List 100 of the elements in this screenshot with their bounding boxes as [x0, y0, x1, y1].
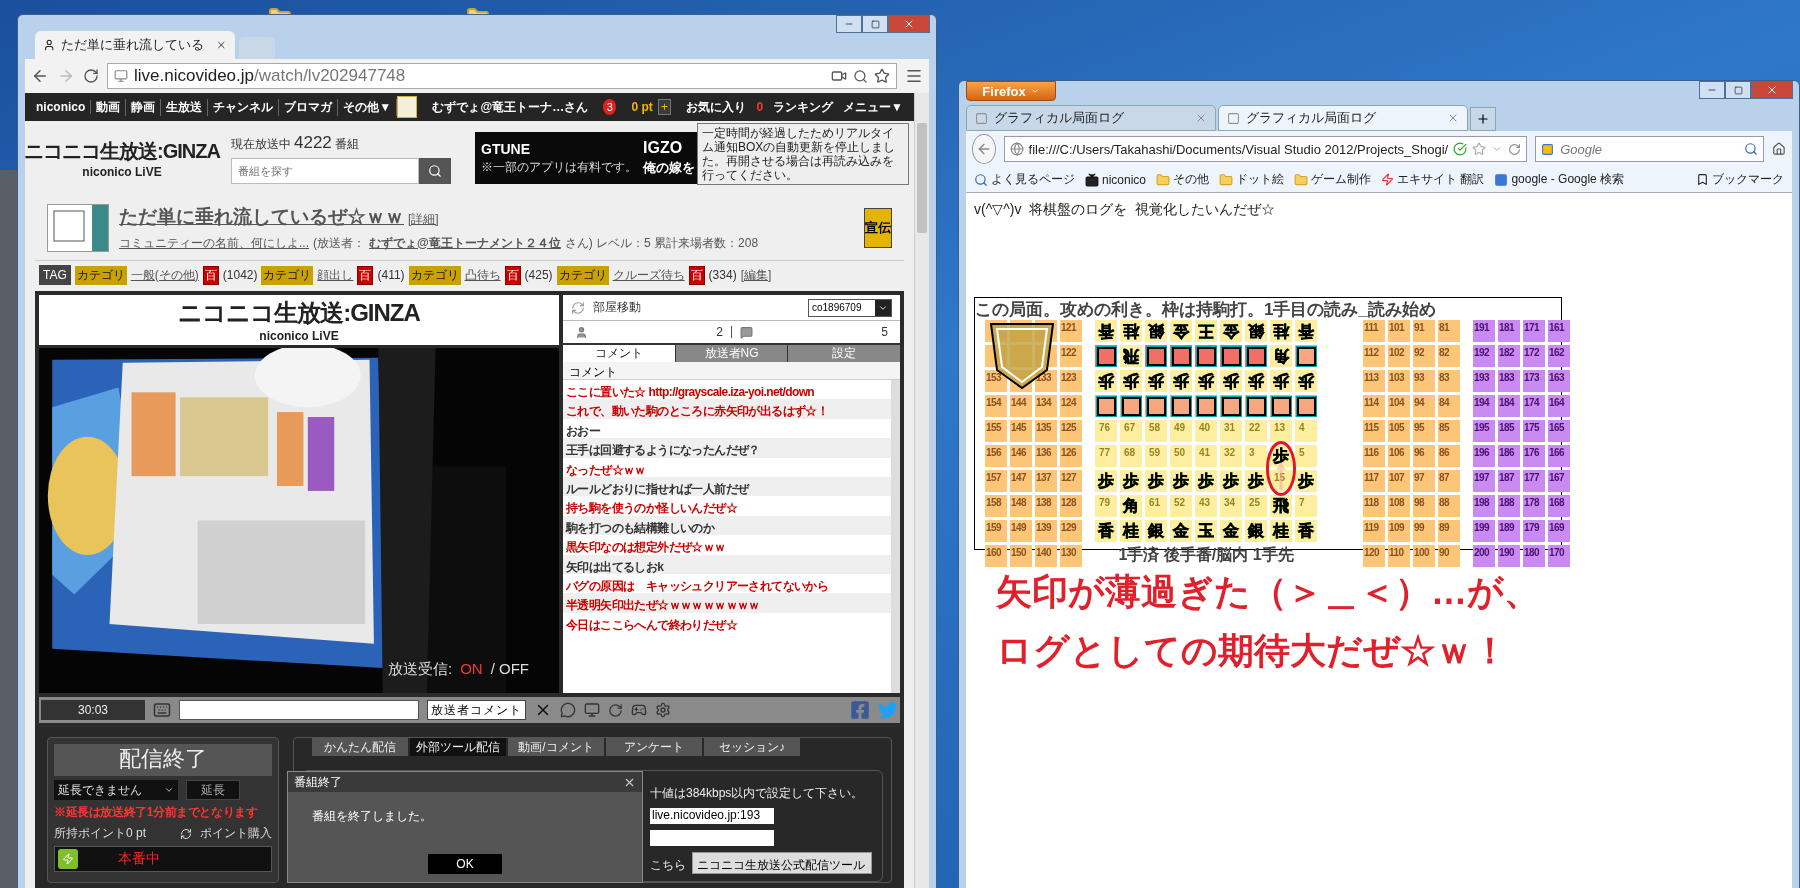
- comment-tab[interactable]: 設定: [788, 345, 900, 362]
- broadcast-tab[interactable]: 動画/コメント: [508, 738, 604, 756]
- tag-count: (334): [708, 268, 737, 282]
- shogi-piece: 桂: [1120, 520, 1142, 542]
- board-cell: 111: [1363, 320, 1385, 342]
- bookmark-link[interactable]: ドット絵: [1219, 171, 1285, 188]
- board-cell: 120: [1363, 545, 1385, 567]
- tag-link[interactable]: 顔出し: [317, 266, 354, 284]
- board-cell: 182: [1498, 345, 1520, 367]
- extend-select[interactable]: 延長できません: [54, 780, 178, 800]
- board-cell: 103: [1388, 370, 1410, 392]
- broadcast-tab[interactable]: 外部ツール配信: [410, 738, 506, 756]
- user-name[interactable]: むずでょ@竜王トーナ…さん: [427, 98, 594, 116]
- browser-tab[interactable]: ただ単に垂れ流している: [35, 31, 235, 59]
- board-cell: 158: [985, 495, 1007, 517]
- nav-link[interactable]: 静画: [126, 98, 162, 116]
- bookmark-link[interactable]: google - Google 検索: [1494, 171, 1625, 188]
- here-link[interactable]: こちら: [650, 857, 686, 874]
- bookmark-link[interactable]: よく見るページ: [974, 171, 1075, 188]
- dictionary-badge[interactable]: 百: [504, 265, 521, 285]
- dictionary-badge[interactable]: 百: [357, 265, 374, 285]
- board-cell: 76: [1095, 420, 1117, 442]
- add-points-button[interactable]: +: [657, 99, 672, 115]
- board-cell: 149: [1010, 520, 1032, 542]
- bookmark-link[interactable]: その他: [1156, 171, 1210, 188]
- dictionary-badge[interactable]: 百: [202, 265, 219, 285]
- board-cell: 129: [1060, 520, 1082, 542]
- broadcast-tab[interactable]: セッション♪: [704, 738, 800, 756]
- board-cell: 137: [1035, 470, 1057, 492]
- favorites-count: 0: [755, 100, 765, 114]
- board-cell: 187: [1498, 470, 1520, 492]
- dictionary-badge[interactable]: 百: [688, 265, 705, 285]
- reception-on[interactable]: ON: [460, 660, 483, 679]
- broadcast-tab[interactable]: アンケート: [606, 738, 702, 756]
- nav-link[interactable]: niconico: [31, 100, 92, 114]
- site-logo[interactable]: ニコニコ生放送:GINZA: [24, 137, 220, 165]
- nav-link[interactable]: チャンネル: [208, 98, 280, 116]
- shogi-piece: 歩: [1220, 470, 1242, 492]
- board-cell: 179: [1523, 520, 1545, 542]
- broadcaster-comment-button[interactable]: 放送者コメント: [427, 700, 526, 720]
- viewer-count: 2: [716, 325, 723, 339]
- favorites-link[interactable]: お気に入り: [681, 98, 752, 116]
- search-field[interactable]: 番組を探す: [231, 157, 419, 184]
- room-select[interactable]: co1896709: [808, 298, 892, 317]
- board-cell: 189: [1498, 520, 1520, 542]
- browser-tab[interactable]: グラフィカル局面ログ: [1218, 105, 1468, 131]
- shogi-piece: 金: [1170, 520, 1192, 542]
- promote-button[interactable]: 宣伝: [864, 207, 892, 248]
- board-cell: 123: [1060, 370, 1082, 392]
- bookmark-link[interactable]: ゲーム制作: [1294, 171, 1372, 188]
- tag-link[interactable]: 凸待ち: [464, 266, 501, 284]
- extend-button[interactable]: 延長: [186, 780, 240, 800]
- tool-banner[interactable]: ニコニコ生放送公式配信ツール: [692, 852, 872, 874]
- comment-tab[interactable]: コメント: [563, 345, 675, 362]
- board-cell: 148: [1010, 495, 1032, 517]
- program-title[interactable]: ただ単に垂れ流しているぜ☆ｗｗ: [119, 203, 404, 230]
- address-bar[interactable]: live.nicovideo.jp/watch/lv202947748: [107, 63, 897, 89]
- board-cell: 68: [1120, 445, 1142, 467]
- nav-link[interactable]: 生放送: [161, 98, 209, 116]
- shogi-piece: 桂: [1270, 320, 1292, 342]
- board-cell: 109: [1388, 520, 1410, 542]
- bookmarks-menu[interactable]: ブックマーク: [1696, 171, 1784, 188]
- notification-count[interactable]: 3: [603, 99, 617, 115]
- detail-link[interactable]: [詳細]: [408, 210, 439, 228]
- search-field[interactable]: Google: [1535, 136, 1765, 162]
- server-field[interactable]: live.nicovideo.jp:193: [650, 808, 774, 824]
- ranking-link[interactable]: ランキング: [768, 98, 839, 116]
- category-badge: カテゴリ: [556, 265, 609, 285]
- board-cell: 145: [1010, 420, 1032, 442]
- menu-link[interactable]: メニュー▼: [838, 98, 908, 116]
- board-title: この局面。攻めの利き。枠は持駒打。1手目の読み_読み始め: [975, 299, 1437, 320]
- bookmark-link[interactable]: エキサイト 翻訳: [1381, 171, 1485, 188]
- player-logo: ニコニコ生放送:GINZA: [178, 298, 420, 328]
- dialog-message: 番組を終了しました。: [311, 808, 433, 825]
- comment-count: 5: [881, 325, 888, 339]
- reception-off[interactable]: / OFF: [490, 660, 529, 679]
- board-cell: 61: [1145, 495, 1167, 517]
- broadcaster-link[interactable]: むずでょ@竜王トーナメント２４位: [369, 234, 561, 252]
- board-cell: 40: [1195, 420, 1217, 442]
- comment-tab[interactable]: 放送者NG: [675, 345, 788, 362]
- board-cell: 79: [1095, 495, 1117, 517]
- nav-link[interactable]: ブロマガ: [279, 98, 339, 116]
- broadcast-tab[interactable]: かんたん配信: [312, 738, 408, 756]
- edit-tags-link[interactable]: [編集]: [740, 266, 772, 284]
- community-link[interactable]: コミュニティーの名前、何にしよ...: [119, 234, 309, 252]
- tag-link[interactable]: 一般(その他): [130, 266, 199, 284]
- tag-link[interactable]: クルーズ待ち: [612, 266, 685, 284]
- board-cell: 114: [1363, 395, 1385, 417]
- board-cell: 153: [985, 370, 1007, 392]
- tag-count: (411): [377, 268, 405, 282]
- address-bar[interactable]: file:///C:/Users/Takahashi/Documents/Visual Studio 2012/Projects_Shogi/: [1003, 136, 1528, 162]
- ok-button[interactable]: OK: [428, 854, 502, 874]
- board-cell: 4: [1295, 420, 1317, 442]
- bookmark-link[interactable]: niconico: [1085, 172, 1147, 187]
- board-cell: 134: [1035, 395, 1057, 417]
- board-cell: 97: [1413, 470, 1435, 492]
- nav-link[interactable]: 動画: [91, 98, 127, 116]
- browser-tab[interactable]: グラフィカル局面ログ: [966, 105, 1216, 131]
- buy-points-link[interactable]: ポイント購入: [200, 825, 272, 842]
- tag-label: TAG: [39, 265, 71, 285]
